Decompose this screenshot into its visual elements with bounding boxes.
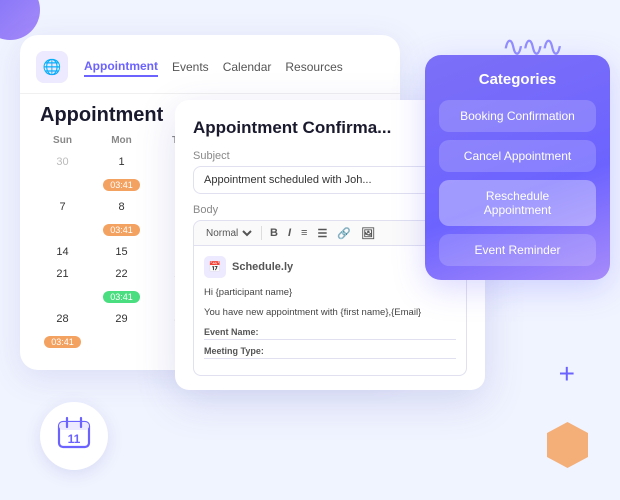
cal-cell-badge[interactable]: 03:41	[34, 331, 91, 352]
cal-cell[interactable]: 1	[93, 152, 150, 172]
day-mon: Mon	[93, 133, 150, 148]
email-event-label: Event Name:	[204, 327, 456, 337]
time-badge: 03:41	[103, 224, 140, 236]
cal-cell[interactable]: 8	[93, 197, 150, 217]
deco-circle	[0, 0, 40, 40]
time-badge: 03:41	[44, 336, 81, 348]
cal-cell	[34, 174, 91, 195]
email-meeting-line	[204, 358, 456, 359]
ul-button[interactable]: ☰	[315, 227, 329, 240]
nav-calendar[interactable]: Calendar	[223, 58, 272, 76]
categories-title: Categories	[439, 71, 596, 88]
nav-events[interactable]: Events	[172, 58, 209, 76]
cal-cell-badge[interactable]: 03:41	[93, 219, 150, 240]
cal-cell[interactable]: 21	[34, 264, 91, 284]
cat-cancel-appointment[interactable]: Cancel Appointment	[439, 140, 596, 172]
cal-cell[interactable]: 29	[93, 309, 150, 329]
cal-cell[interactable]: 30	[34, 152, 91, 172]
cal-cell	[34, 286, 91, 307]
email-logo-row: 📅 Schedule.ly	[204, 256, 456, 278]
ol-button[interactable]: ≡	[299, 227, 309, 239]
email-logo-text: Schedule.ly	[232, 261, 293, 273]
bold-button[interactable]: B	[268, 227, 280, 239]
calendar-icon: 11	[56, 415, 92, 458]
email-meeting-label: Meeting Type:	[204, 346, 456, 356]
cat-reschedule-appointment[interactable]: Reschedule Appointment	[439, 180, 596, 226]
cal-cell[interactable]: 28	[34, 309, 91, 329]
nav-appointment[interactable]: Appointment	[84, 57, 158, 77]
nav-links: Appointment Events Calendar Resources	[84, 57, 343, 77]
time-badge: 03:41	[103, 179, 140, 191]
cal-cell	[93, 331, 150, 352]
toolbar-divider	[261, 226, 262, 240]
cal-cell[interactable]: 7	[34, 197, 91, 217]
cal-cell-badge-green[interactable]: 03:41	[93, 286, 150, 307]
cal-cell[interactable]: 14	[34, 242, 91, 262]
cal-cell-badge[interactable]: 03:41	[93, 174, 150, 195]
format-select[interactable]: Normal	[202, 227, 255, 240]
categories-panel: Categories Booking Confirmation Cancel A…	[425, 55, 610, 280]
deco-plus: +	[559, 358, 575, 390]
email-logo-icon: 📅	[204, 256, 226, 278]
nav-bar: 🌐 Appointment Events Calendar Resources	[20, 51, 400, 94]
svg-text:11: 11	[68, 432, 81, 446]
email-body: You have new appointment with {first nam…	[204, 306, 456, 320]
cat-booking-confirmation[interactable]: Booking Confirmation	[439, 100, 596, 132]
cal-cell	[34, 219, 91, 240]
nav-resources[interactable]: Resources	[285, 58, 342, 76]
email-greeting: Hi {participant name}	[204, 286, 456, 300]
day-sun: Sun	[34, 133, 91, 148]
deco-hexagon	[545, 420, 590, 470]
calendar-icon-bottom[interactable]: 11	[40, 402, 108, 470]
nav-globe-icon: 🌐	[36, 51, 68, 83]
cal-cell[interactable]: 15	[93, 242, 150, 262]
cat-event-reminder[interactable]: Event Reminder	[439, 234, 596, 266]
link-button[interactable]: 🔗	[335, 227, 353, 240]
cal-cell[interactable]: 22	[93, 264, 150, 284]
time-badge-green: 03:41	[103, 291, 140, 303]
image-button[interactable]: 🖼	[359, 227, 377, 240]
italic-button[interactable]: I	[286, 227, 293, 239]
email-event-line	[204, 339, 456, 340]
